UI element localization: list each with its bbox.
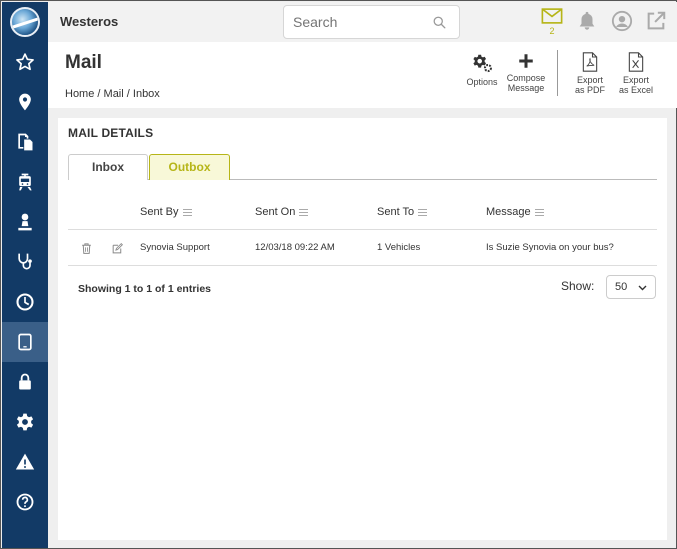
clock-icon — [16, 293, 34, 311]
table-header: Sent By Sent On Sent To Message — [68, 198, 657, 230]
sidebar-item-settings[interactable] — [2, 402, 48, 442]
page-size-select[interactable]: 50 — [606, 275, 656, 299]
mail-icon[interactable] — [541, 7, 563, 25]
export-pdf-button[interactable]: Export as PDF — [572, 52, 608, 95]
breadcrumb: Home / Mail / Inbox — [65, 88, 160, 100]
tab-inbox[interactable]: Inbox — [68, 154, 148, 180]
excel-file-icon — [628, 52, 644, 72]
table-info: Showing 1 to 1 of 1 entries — [78, 283, 212, 295]
search-box[interactable] — [283, 5, 460, 39]
breadcrumb-separator: / — [126, 88, 130, 100]
compose-label-line2: Message — [507, 83, 545, 93]
sidebar-item-help[interactable] — [2, 482, 48, 522]
page-header: Mail Home / Mail / Inbox Options Compose… — [48, 42, 677, 108]
column-label: Sent On — [255, 206, 296, 218]
documents-icon — [18, 133, 33, 151]
stethoscope-icon — [18, 253, 32, 270]
bell-icon[interactable] — [576, 10, 598, 32]
sort-icon[interactable] — [182, 208, 192, 216]
user-profile-icon[interactable] — [611, 10, 633, 32]
column-header-sent-to[interactable]: Sent To — [377, 206, 428, 218]
table-row[interactable]: Synovia Support 12/03/18 09:22 AM 1 Vehi… — [68, 231, 657, 266]
export-pdf-label-line1: Export — [576, 75, 603, 85]
driver-icon — [18, 213, 32, 231]
breadcrumb-inbox: Inbox — [132, 88, 160, 100]
column-label: Sent By — [140, 206, 179, 218]
toolbar-divider — [557, 50, 558, 96]
cell-sent-to: 1 Vehicles — [377, 242, 421, 253]
star-icon — [16, 53, 34, 71]
tablet-icon — [18, 333, 32, 351]
column-header-message[interactable]: Message — [486, 206, 544, 218]
sidebar-item-locations[interactable] — [2, 82, 48, 122]
export-pdf-label-line2: as PDF — [574, 85, 605, 95]
gears-icon — [473, 54, 492, 73]
mail-count-badge: 2 — [549, 26, 555, 36]
sort-icon[interactable] — [299, 208, 309, 216]
bus-icon — [19, 173, 32, 191]
external-link-icon[interactable] — [645, 10, 667, 32]
cell-sent-by: Synovia Support — [140, 242, 210, 253]
cell-message: Is Suzie Synovia on your bus? — [486, 242, 614, 253]
tab-outbox[interactable]: Outbox — [149, 154, 230, 180]
column-header-sent-on[interactable]: Sent On — [255, 206, 309, 218]
options-label: Options — [466, 77, 498, 87]
export-excel-label-line2: as Excel — [618, 85, 653, 95]
chevron-down-icon — [638, 285, 647, 291]
sort-icon[interactable] — [418, 208, 428, 216]
cell-sent-on: 12/03/18 09:22 AM — [255, 242, 335, 253]
breadcrumb-home[interactable]: Home — [65, 88, 94, 100]
map-pin-icon — [19, 93, 31, 111]
sidebar-item-vehicles[interactable] — [2, 162, 48, 202]
trash-icon[interactable] — [80, 242, 93, 255]
help-icon — [16, 493, 34, 511]
page-size-value: 50 — [615, 281, 628, 293]
breadcrumb-mail[interactable]: Mail — [104, 88, 124, 100]
gear-icon — [16, 413, 34, 431]
compose-message-button[interactable]: Compose Message — [505, 52, 547, 93]
panel-title: MAIL DETAILS — [68, 126, 154, 140]
export-excel-label-line1: Export — [622, 75, 649, 85]
column-label: Message — [486, 206, 531, 218]
sidebar-item-mail[interactable] — [2, 322, 48, 362]
column-header-sent-by[interactable]: Sent By — [140, 206, 192, 218]
lock-icon — [19, 373, 31, 390]
export-excel-button[interactable]: Export as Excel — [615, 52, 657, 95]
options-button[interactable]: Options — [464, 52, 500, 87]
search-input[interactable] — [293, 14, 433, 30]
app-logo[interactable] — [10, 7, 40, 37]
mail-tabs: Inbox Outbox — [68, 154, 657, 180]
page-size-label: Show: — [561, 279, 595, 293]
sidebar — [2, 2, 48, 548]
compose-label-line1: Compose — [506, 73, 546, 83]
sidebar-item-health[interactable] — [2, 242, 48, 282]
app-window: Westeros 2 Mail Home / Mail / Inbox Opti… — [0, 0, 677, 549]
page-title: Mail — [65, 52, 102, 73]
sidebar-item-documents[interactable] — [2, 122, 48, 162]
sidebar-item-history[interactable] — [2, 282, 48, 322]
warning-icon — [15, 453, 35, 470]
pdf-file-icon — [582, 52, 598, 72]
sidebar-item-favorites[interactable] — [2, 42, 48, 82]
column-label: Sent To — [377, 206, 415, 218]
sidebar-item-drivers[interactable] — [2, 202, 48, 242]
brand-name: Westeros — [60, 14, 119, 29]
breadcrumb-separator: / — [97, 88, 101, 100]
sort-icon[interactable] — [534, 208, 544, 216]
plus-icon — [519, 54, 533, 68]
sidebar-item-alerts[interactable] — [2, 442, 48, 482]
sidebar-item-security[interactable] — [2, 362, 48, 402]
search-icon[interactable] — [432, 15, 447, 30]
top-bar: Westeros 2 — [48, 2, 677, 42]
mail-details-panel: MAIL DETAILS Inbox Outbox Sent By Sent O… — [58, 118, 667, 540]
edit-icon[interactable] — [111, 242, 124, 255]
